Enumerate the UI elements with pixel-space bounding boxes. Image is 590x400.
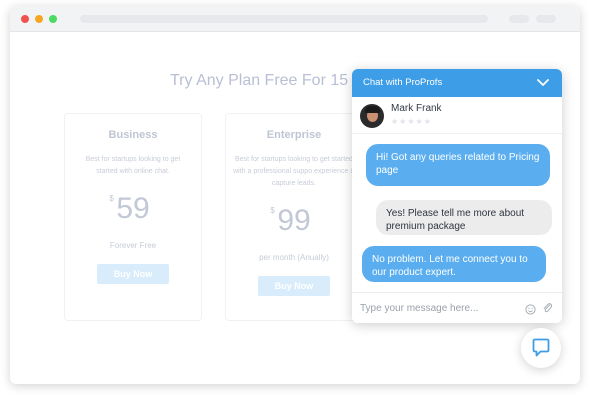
plan-price: $ 99 [270, 204, 311, 238]
visitor-message: Yes! Please tell me more about premium p… [376, 200, 552, 235]
plan-price: $ 59 [109, 192, 150, 226]
message-composer [352, 292, 562, 323]
plan-card-business: Business Best for startups looking to ge… [64, 113, 202, 321]
minimize-window-dot[interactable] [35, 15, 43, 23]
toolbar-button-1[interactable] [509, 15, 529, 23]
chat-header[interactable]: Chat with ProProfs [352, 69, 562, 97]
price-currency: $ [270, 206, 275, 215]
agent-avatar [360, 104, 384, 128]
price-currency: $ [109, 194, 114, 203]
paperclip-icon[interactable] [542, 301, 553, 314]
agent-message: Hi! Got any queries related to Pricing p… [366, 144, 550, 186]
agent-info: Mark Frank ★★★★★ [352, 97, 562, 134]
buy-now-button[interactable]: Buy Now [97, 264, 169, 284]
chevron-down-icon[interactable] [536, 69, 550, 97]
maximize-window-dot[interactable] [49, 15, 57, 23]
plan-period: per month (Anually) [259, 253, 329, 262]
plan-name: Enterprise [266, 129, 322, 141]
buy-now-button[interactable]: Buy Now [258, 276, 330, 296]
plan-card-enterprise: Enterprise Best for startups looking to … [225, 113, 363, 321]
browser-titlebar [10, 6, 580, 32]
chat-title: Chat with ProProfs [363, 77, 443, 88]
message-list: Hi! Got any queries related to Pricing p… [352, 134, 562, 292]
chat-widget: Chat with ProProfs Mark Frank ★★★★★ Hi! … [352, 69, 562, 323]
message-input[interactable] [360, 300, 520, 316]
plan-description: Best for startups looking to get started… [85, 156, 181, 175]
agent-message: No problem. Let me connect you to our pr… [362, 246, 546, 282]
price-amount: 59 [116, 192, 150, 225]
chat-launcher-button[interactable] [521, 328, 561, 368]
emoji-icon[interactable] [525, 302, 536, 315]
agent-rating-stars[interactable]: ★★★★★ [391, 117, 432, 126]
agent-name: Mark Frank [391, 103, 442, 114]
address-bar[interactable] [80, 15, 488, 23]
price-amount: 99 [277, 204, 311, 237]
close-window-dot[interactable] [21, 15, 29, 23]
plan-description: Best for startups looking to get started… [233, 156, 355, 187]
plan-period: Forever Free [109, 241, 157, 250]
plan-name: Business [108, 129, 158, 141]
toolbar-button-2[interactable] [536, 15, 556, 23]
